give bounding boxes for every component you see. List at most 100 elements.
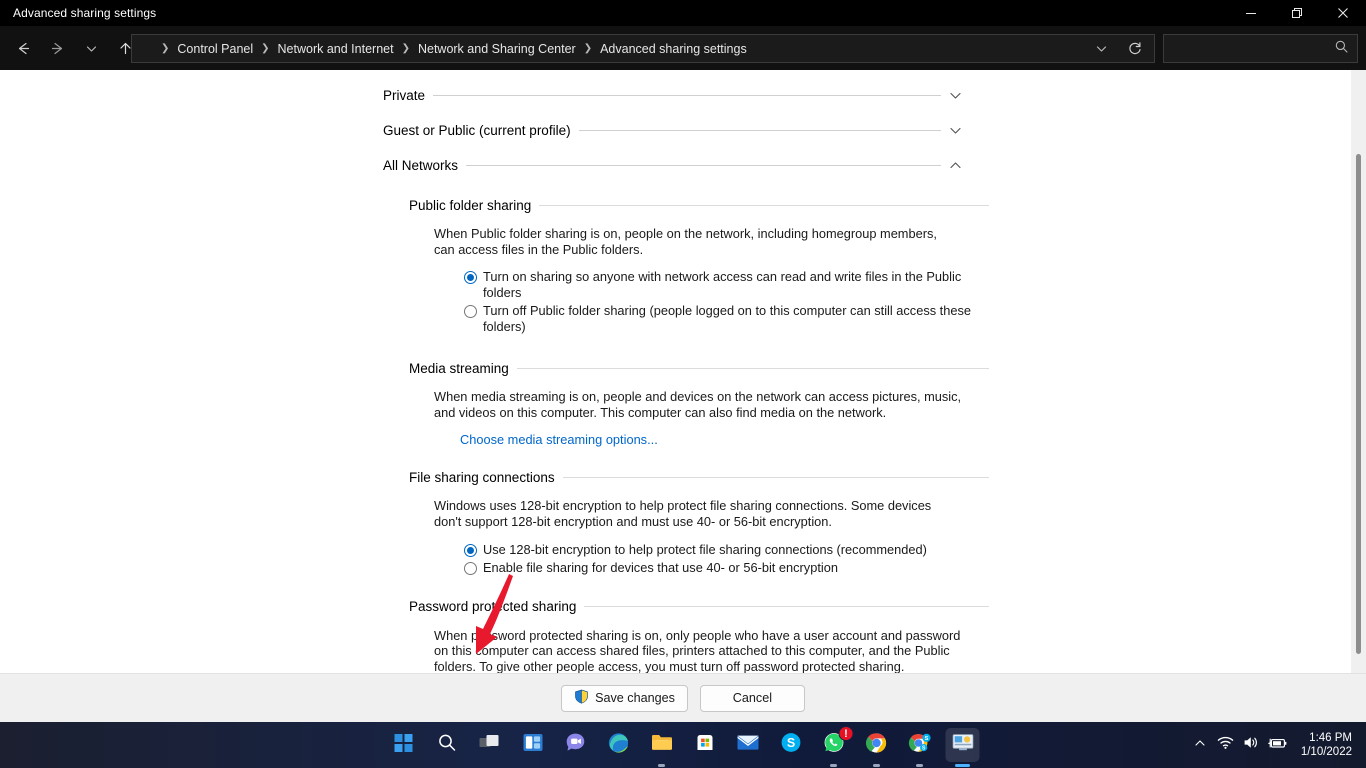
volume-icon (1243, 735, 1260, 755)
search-input[interactable] (1164, 35, 1357, 62)
radio-indicator-unselected[interactable] (464, 305, 477, 318)
breadcrumb-separator-icon: ❯ (158, 43, 172, 54)
search-box[interactable] (1163, 34, 1358, 63)
breadcrumb-item-network-and-sharing-center[interactable]: Network and Sharing Center (413, 39, 581, 59)
radio-group-public-folder-sharing: Turn on sharing so anyone with network a… (434, 269, 989, 335)
clock[interactable]: 1:46 PM 1/10/2022 (1291, 731, 1356, 759)
profile-title-guest-or-public: Guest or Public (current profile) (383, 123, 579, 138)
radio-option-use-128-bit-encryption[interactable]: Use 128-bit encryption to help protect f… (464, 542, 989, 558)
forward-button[interactable] (40, 32, 74, 64)
radio-indicator-selected[interactable] (464, 271, 477, 284)
breadcrumb-separator-icon: ❯ (581, 43, 595, 54)
advanced-sharing-page: Private Guest or Public (current profile… (0, 70, 1350, 673)
chevron-down-icon (1094, 41, 1109, 56)
recent-locations-button[interactable] (74, 32, 108, 64)
skype-icon: S (780, 732, 801, 758)
refresh-button[interactable] (1118, 35, 1152, 62)
mail-button[interactable] (731, 728, 765, 762)
edge-icon (608, 732, 630, 759)
forward-arrow-icon (49, 40, 66, 57)
vertical-scrollbar[interactable] (1351, 70, 1366, 673)
system-tray: 1:46 PM 1/10/2022 (1187, 722, 1366, 768)
window-controls (1228, 0, 1366, 26)
section-description: When password protected sharing is on, o… (434, 628, 962, 673)
chevron-down-icon[interactable] (941, 123, 969, 138)
chrome-skype-button[interactable]: S S (903, 728, 937, 762)
radio-label: Enable file sharing for devices that use… (483, 560, 838, 576)
save-changes-button[interactable]: Save changes (561, 685, 688, 712)
radio-indicator-selected[interactable] (464, 544, 477, 557)
back-button[interactable] (6, 32, 40, 64)
section-body: When Public folder sharing is on, people… (409, 218, 989, 335)
running-indicator-active (955, 764, 970, 767)
refresh-icon (1127, 41, 1143, 57)
section-title: Media streaming (409, 361, 517, 376)
radio-option-turn-on-public-folder-sharing[interactable]: Turn on sharing so anyone with network a… (464, 269, 989, 301)
control-panel-button[interactable] (946, 728, 980, 762)
breadcrumb-item-control-panel[interactable]: Control Panel (172, 39, 258, 59)
radio-option-turn-off-public-folder-sharing[interactable]: Turn off Public folder sharing (people l… (464, 303, 989, 335)
cancel-label: Cancel (733, 691, 772, 705)
section-description: Windows uses 128-bit encryption to help … (434, 498, 960, 529)
taskbar-search-button[interactable] (430, 728, 464, 762)
nav-buttons-group (0, 26, 142, 70)
divider (579, 130, 941, 131)
microsoft-store-button[interactable] (688, 728, 722, 762)
whatsapp-button[interactable]: ! (817, 728, 851, 762)
chevron-down-icon (84, 41, 99, 56)
minimize-button[interactable] (1228, 0, 1274, 26)
radio-option-enable-40-or-56-bit-encryption[interactable]: Enable file sharing for devices that use… (464, 560, 989, 576)
profile-section-guest-or-public[interactable]: Guest or Public (current profile) (383, 113, 969, 148)
running-indicator (658, 764, 665, 767)
volume-button[interactable] (1239, 729, 1265, 761)
file-explorer-icon (650, 732, 673, 758)
show-hidden-icons-button[interactable] (1187, 729, 1213, 761)
section-body: Windows uses 128-bit encryption to help … (409, 490, 989, 575)
widgets-button[interactable] (516, 728, 550, 762)
address-bar[interactable]: ❯ Control Panel ❯ Network and Internet ❯… (131, 34, 1155, 63)
minimize-icon (1245, 7, 1257, 19)
file-explorer-button[interactable] (645, 728, 679, 762)
battery-button[interactable] (1265, 729, 1291, 761)
section-description: When media streaming is on, people and d… (434, 389, 966, 420)
divider (563, 477, 989, 478)
start-button[interactable] (387, 728, 421, 762)
teams-chat-button[interactable] (559, 728, 593, 762)
profile-section-private[interactable]: Private (383, 78, 969, 113)
skype-button[interactable]: S (774, 728, 808, 762)
chevron-up-icon[interactable] (941, 158, 969, 173)
profile-title-private: Private (383, 88, 433, 103)
history-dropdown-button[interactable] (1084, 35, 1118, 62)
taskbar-apps: S ! (387, 722, 980, 768)
radio-indicator-unselected[interactable] (464, 562, 477, 575)
restore-icon (1291, 7, 1303, 19)
breadcrumb-item-network-and-internet[interactable]: Network and Internet (273, 39, 399, 59)
edge-button[interactable] (602, 728, 636, 762)
profile-title-all-networks: All Networks (383, 158, 466, 173)
network-button[interactable] (1213, 729, 1239, 761)
search-icon (1334, 39, 1349, 59)
radio-label: Use 128-bit encryption to help protect f… (483, 542, 927, 558)
control-panel-icon (951, 732, 974, 758)
radio-label: Turn off Public folder sharing (people l… (483, 303, 989, 335)
dialog-button-bar: Save changes Cancel (0, 673, 1366, 722)
section-title: Public folder sharing (409, 198, 539, 213)
profile-section-all-networks[interactable]: All Networks (383, 148, 969, 183)
cancel-button[interactable]: Cancel (700, 685, 805, 712)
close-button[interactable] (1320, 0, 1366, 26)
scrollbar-thumb[interactable] (1356, 154, 1361, 654)
chrome-button[interactable] (860, 728, 894, 762)
restore-button[interactable] (1274, 0, 1320, 26)
clock-date: 1/10/2022 (1301, 745, 1352, 759)
section-file-sharing-connections: File sharing connections Windows uses 12… (409, 464, 989, 575)
divider (584, 606, 989, 607)
task-view-button[interactable] (473, 728, 507, 762)
running-indicator (830, 764, 837, 767)
start-icon (394, 733, 414, 758)
settings-content-pane: Private Guest or Public (current profile… (0, 70, 1366, 673)
mail-icon (736, 733, 759, 757)
address-bar-actions (1084, 35, 1154, 62)
choose-media-streaming-options-link[interactable]: Choose media streaming options... (460, 432, 658, 447)
chevron-down-icon[interactable] (941, 88, 969, 103)
breadcrumb-item-advanced-sharing-settings[interactable]: Advanced sharing settings (595, 39, 752, 59)
